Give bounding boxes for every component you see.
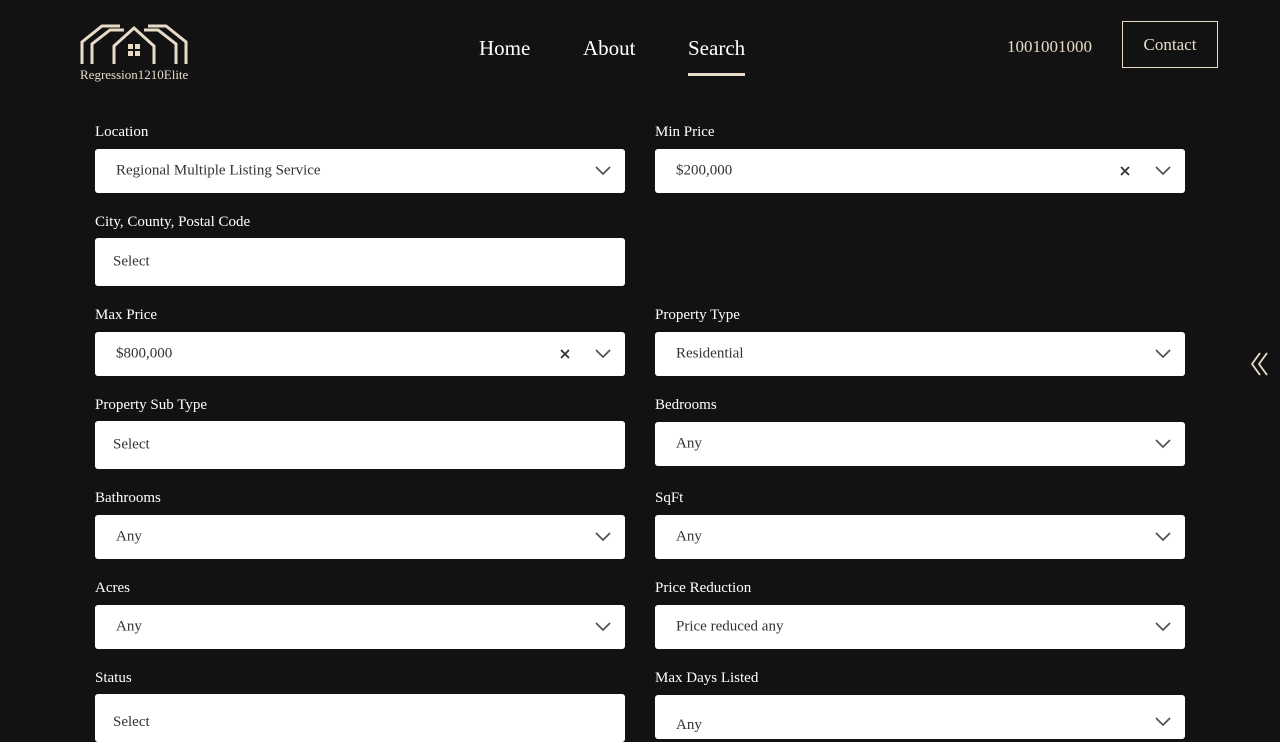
sqft-value: Any xyxy=(676,528,702,545)
max-price-label: Max Price xyxy=(95,307,158,323)
brand-name: Regression1210Elite xyxy=(80,67,189,82)
chevron-down-icon xyxy=(1155,532,1171,542)
bathrooms-select[interactable]: Any xyxy=(95,515,625,559)
phone-link[interactable]: 1001001000 xyxy=(1007,37,1092,57)
brand-logo[interactable]: Regression1210Elite xyxy=(80,22,210,86)
chevron-down-icon xyxy=(595,622,611,632)
site-header: Regression1210Elite Home About Search 10… xyxy=(0,0,1280,100)
max-price-select[interactable]: $800,000 xyxy=(95,332,625,376)
acres-value: Any xyxy=(116,618,142,635)
price-reduction-select[interactable]: Price reduced any xyxy=(655,605,1185,649)
property-sub-type-input[interactable]: Select xyxy=(95,421,625,469)
bathrooms-label: Bathrooms xyxy=(95,490,161,506)
min-price-select[interactable]: $200,000 xyxy=(655,149,1185,193)
double-chevron-left-icon[interactable] xyxy=(1250,351,1270,377)
city-input[interactable]: Select xyxy=(95,238,625,286)
close-icon[interactable] xyxy=(1119,165,1131,177)
nav-search[interactable]: Search xyxy=(688,36,746,76)
max-days-listed-label: Max Days Listed xyxy=(655,670,759,686)
acres-label: Acres xyxy=(95,580,130,596)
property-type-select[interactable]: Residential xyxy=(655,332,1185,376)
property-type-value: Residential xyxy=(676,345,744,362)
close-icon[interactable] xyxy=(559,348,571,360)
chevron-down-icon xyxy=(595,166,611,176)
chevron-down-icon xyxy=(1155,439,1171,449)
status-label: Status xyxy=(95,670,132,686)
max-days-listed-select[interactable]: Any xyxy=(655,695,1185,739)
chevron-down-icon xyxy=(595,532,611,542)
price-reduction-value: Price reduced any xyxy=(676,618,784,635)
contact-button[interactable]: Contact xyxy=(1122,21,1218,68)
acres-select[interactable]: Any xyxy=(95,605,625,649)
chevron-down-icon xyxy=(1155,717,1171,727)
chevron-down-icon xyxy=(1155,166,1171,176)
property-sub-type-placeholder: Select xyxy=(113,436,150,453)
city-label: City, County, Postal Code xyxy=(95,214,251,230)
bedrooms-select[interactable]: Any xyxy=(655,422,1185,466)
status-input[interactable]: Select xyxy=(95,694,625,742)
location-label: Location xyxy=(95,124,149,140)
sqft-label: SqFt xyxy=(655,490,684,506)
bedrooms-label: Bedrooms xyxy=(655,397,717,413)
bedrooms-value: Any xyxy=(676,435,702,452)
property-type-label: Property Type xyxy=(655,307,740,323)
chevron-down-icon xyxy=(1155,622,1171,632)
status-placeholder: Select xyxy=(113,714,150,730)
min-price-label: Min Price xyxy=(655,124,715,140)
chevron-down-icon xyxy=(1155,349,1171,359)
location-value: Regional Multiple Listing Service xyxy=(116,162,321,179)
chevron-down-icon xyxy=(595,349,611,359)
nav-home[interactable]: Home xyxy=(479,36,530,73)
max-price-value: $800,000 xyxy=(116,345,173,362)
house-logo-icon xyxy=(80,24,188,64)
property-sub-type-label: Property Sub Type xyxy=(95,397,208,413)
price-reduction-label: Price Reduction xyxy=(655,580,752,596)
sqft-select[interactable]: Any xyxy=(655,515,1185,559)
min-price-value: $200,000 xyxy=(676,162,733,179)
bathrooms-value: Any xyxy=(116,528,142,545)
city-placeholder: Select xyxy=(113,253,150,270)
nav-about[interactable]: About xyxy=(583,36,636,73)
location-select[interactable]: Regional Multiple Listing Service xyxy=(95,149,625,193)
